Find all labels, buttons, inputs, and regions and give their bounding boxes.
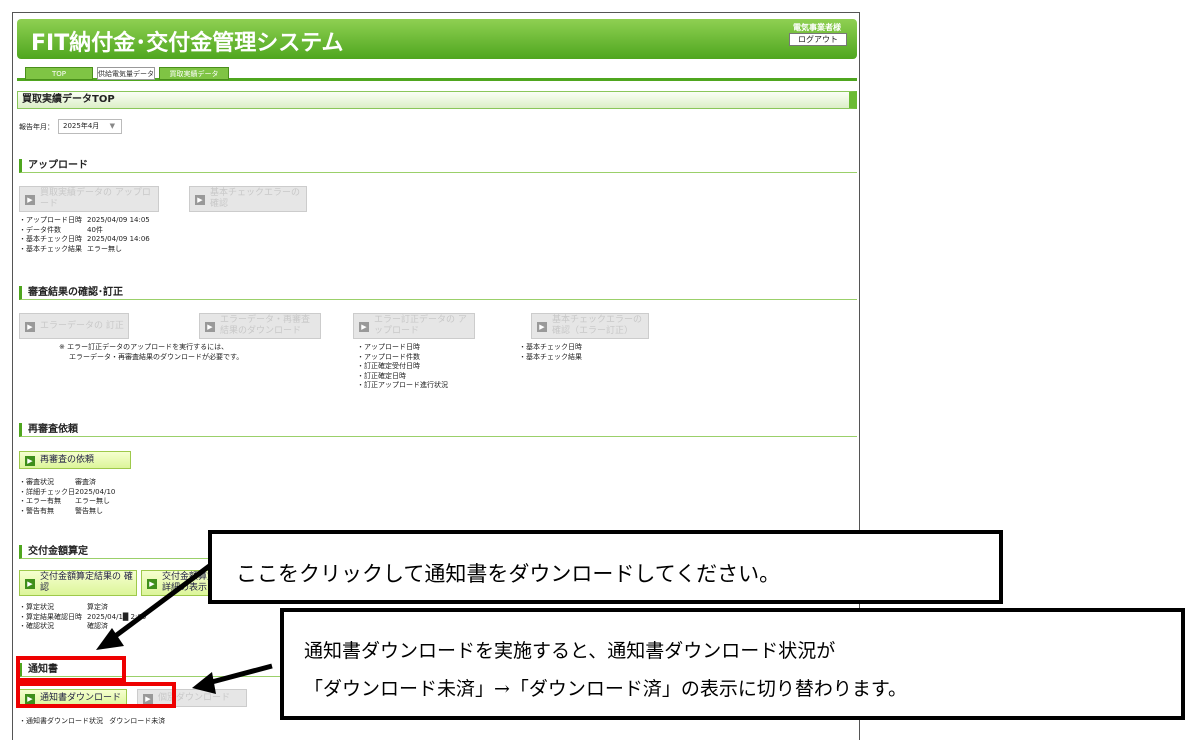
arrow-line-2 <box>207 663 273 686</box>
callout-status-explanation: 通知書ダウンロードを実施すると、通知書ダウンロード状況が 「ダウンロード未済」→… <box>280 608 1185 720</box>
callout-text-line1: 通知書ダウンロードを実施すると、通知書ダウンロード状況が <box>304 640 836 662</box>
callout-text-line2: 「ダウンロード未済」→「ダウンロード済」の表示に切り替わります。 <box>304 678 908 700</box>
callout-click-instruction: ここをクリックして通知書をダウンロードしてください。 <box>208 530 1003 604</box>
arrow-head-2 <box>192 672 216 694</box>
callout-text: ここをクリックして通知書をダウンロードしてください。 <box>236 562 781 586</box>
arrow-line-1 <box>108 561 214 643</box>
